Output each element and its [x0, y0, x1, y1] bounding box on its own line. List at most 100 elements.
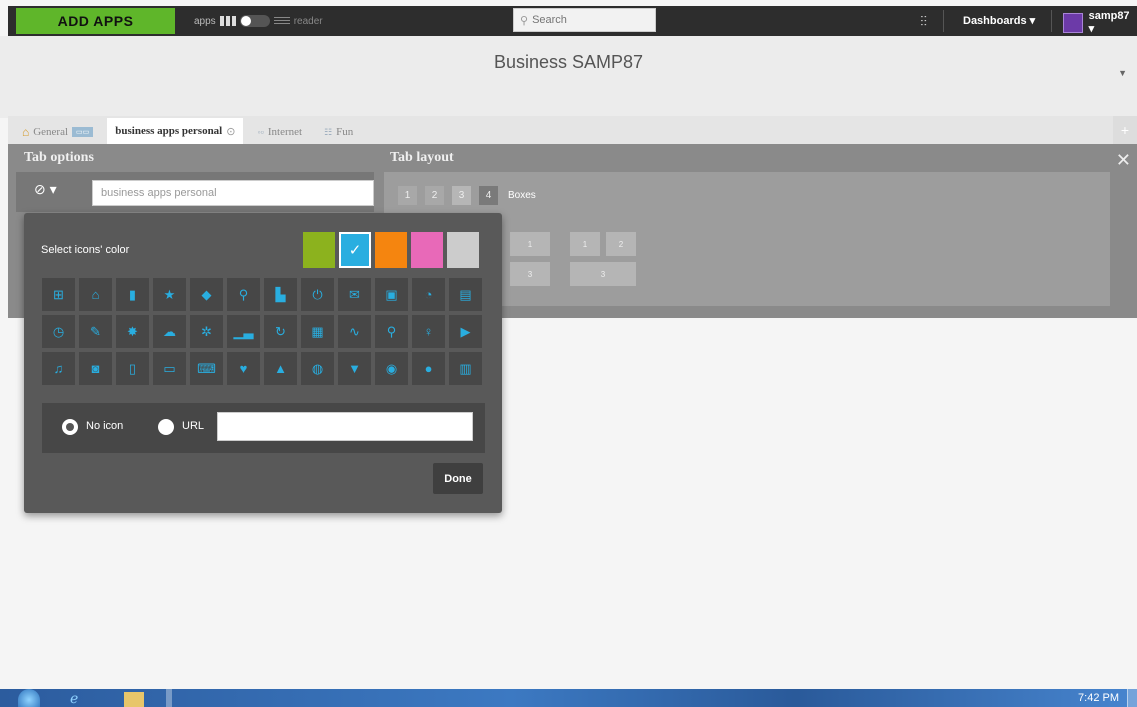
tablet-icon[interactable]: ▯: [116, 352, 149, 385]
tab-layout-title: Tab layout: [390, 150, 454, 165]
icon-grid: ⊞ ⌂ ▮ ★ ◆ ⚲ ▙ ⏻ ✉ ▣ ◔ ▤ ◷ ✎ ✸ ☁ ✲ ▁▃ ↻ ▦ ∿ ⚲ ♀ ▶ ♫ ◙ ▯ ▭ ⌨ ♥ ▲ ◍ ▼ ◉ ● ▥: [42, 278, 482, 385]
color-swatches: ✓: [303, 232, 479, 268]
start-button[interactable]: [18, 689, 40, 707]
add-tab-button[interactable]: +: [1113, 116, 1137, 144]
user-menu[interactable]: samp87 ▾: [1063, 10, 1137, 35]
equalizer-icon[interactable]: ⫶⫶: [920, 13, 927, 29]
monitor-icon[interactable]: ▭: [153, 352, 186, 385]
dashboard-header: ▼: [0, 36, 1137, 118]
tab-internet[interactable]: ◦▫ Internet: [249, 120, 310, 144]
color-swatch-grey[interactable]: [447, 232, 479, 268]
chat-bubble-icon[interactable]: ●: [412, 352, 445, 385]
page-title: Business SAMP87: [493, 52, 644, 72]
search-icon[interactable]: ⚲: [375, 315, 408, 348]
cloud-icon[interactable]: ☁: [153, 315, 186, 348]
avatar: [1063, 12, 1083, 33]
mail-icon[interactable]: ✉: [338, 278, 371, 311]
music-icon[interactable]: ♫: [42, 352, 75, 385]
screen: ADD APPS apps reader ⚲ ⫶⫶ Dashboards ▾ s…: [0, 0, 1137, 707]
grid-icon: ☷: [324, 126, 333, 137]
tab-label: business apps personal: [115, 125, 223, 137]
search-icon: ⚲: [520, 14, 529, 27]
reader-label: reader: [293, 15, 323, 27]
divider: [943, 10, 944, 32]
reader-lines-icon: [273, 17, 290, 25]
url-field[interactable]: [217, 412, 473, 441]
color-swatch-orange[interactable]: [375, 232, 407, 268]
taskbar: ℯ 7:42 PM: [0, 689, 1137, 707]
tab-fun[interactable]: ☷ Fun: [316, 120, 361, 144]
tab-options-box: ⊘ ▾: [16, 172, 374, 212]
active-window-button[interactable]: [166, 689, 172, 707]
home-icon: ⌂: [22, 124, 30, 139]
lightbulb-icon[interactable]: ♀: [412, 315, 445, 348]
layout-thumb[interactable]: 3: [510, 262, 550, 286]
dashboards-menu[interactable]: Dashboards ▾: [963, 14, 1035, 27]
apps-grid-icon: [219, 16, 236, 26]
search-box[interactable]: ⚲: [513, 8, 656, 32]
layout-thumb[interactable]: 2: [606, 232, 636, 256]
search-input[interactable]: [532, 14, 643, 26]
options-icon[interactable]: ⊙: [226, 125, 235, 138]
video-icon[interactable]: ▶: [449, 315, 482, 348]
folder-icon[interactable]: [124, 692, 144, 707]
tag-icon[interactable]: ◆: [190, 278, 223, 311]
table-icon[interactable]: ▦: [301, 315, 334, 348]
clock-icon[interactable]: ◷: [42, 315, 75, 348]
star-icon[interactable]: ★: [153, 278, 186, 311]
notepad-icon[interactable]: ▣: [375, 278, 408, 311]
icon-selector-dropdown[interactable]: ⊘ ▾: [34, 181, 57, 198]
url-radio[interactable]: [158, 419, 174, 435]
camera-icon[interactable]: ◙: [79, 352, 112, 385]
add-apps-button[interactable]: ADD APPS: [16, 8, 175, 34]
view-mode-toggle[interactable]: apps reader: [194, 14, 323, 28]
clock: 7:42 PM: [1078, 692, 1119, 704]
rss-icon[interactable]: ◔: [412, 278, 445, 311]
laptop-icon[interactable]: ⌨: [190, 352, 223, 385]
boxes-label: Boxes: [508, 190, 536, 201]
column-option-2[interactable]: 2: [425, 186, 444, 205]
color-swatch-blue[interactable]: ✓: [339, 232, 371, 268]
show-desktop-button[interactable]: [1127, 689, 1137, 707]
mode-switch[interactable]: [239, 15, 270, 27]
color-swatch-green[interactable]: [303, 232, 335, 268]
layout-thumb[interactable]: 1: [570, 232, 600, 256]
calendar-icon[interactable]: ▥: [449, 352, 482, 385]
refresh-icon[interactable]: ↻: [264, 315, 297, 348]
tab-bar: ⌂ General ▭▭ business apps personal ⊙ ◦▫…: [8, 116, 1137, 144]
filter-icon[interactable]: ▼: [338, 352, 371, 385]
eye-icon[interactable]: ◉: [375, 352, 408, 385]
heart-icon[interactable]: ♥: [227, 352, 260, 385]
pencil-icon[interactable]: ✎: [79, 315, 112, 348]
bug-icon[interactable]: ✸: [116, 315, 149, 348]
close-icon[interactable]: ✕: [1116, 150, 1131, 171]
power-icon[interactable]: ⏻: [301, 278, 334, 311]
layout-thumb[interactable]: 3: [570, 262, 636, 286]
bar-chart-icon[interactable]: ▁▃: [227, 315, 260, 348]
done-button[interactable]: Done: [433, 463, 483, 494]
color-swatch-pink[interactable]: [411, 232, 443, 268]
browser-icon[interactable]: ℯ: [70, 689, 78, 707]
warning-icon[interactable]: ▲: [264, 352, 297, 385]
plus-square-icon[interactable]: ⊞: [42, 278, 75, 311]
document-icon[interactable]: ▙: [264, 278, 297, 311]
column-selector: 1 2 3 4 Boxes: [398, 186, 536, 205]
location-pin-icon[interactable]: ⚲: [227, 278, 260, 311]
column-option-4[interactable]: 4: [479, 186, 498, 205]
no-icon-label: No icon: [86, 420, 124, 432]
top-bar: ADD APPS apps reader ⚲ ⫶⫶ Dashboards ▾ s…: [8, 6, 1137, 36]
column-option-3[interactable]: 3: [452, 186, 471, 205]
home-icon[interactable]: ⌂: [79, 278, 112, 311]
gear-icon[interactable]: ✲: [190, 315, 223, 348]
url-label: URL: [182, 420, 205, 432]
globe-icon[interactable]: ◍: [301, 352, 334, 385]
bookmark-icon[interactable]: ▮: [116, 278, 149, 311]
tab-general[interactable]: ⌂ General ▭▭: [14, 120, 101, 144]
layout-thumb[interactable]: 1: [510, 232, 550, 256]
tab-name-field[interactable]: [92, 180, 374, 206]
tab-business-apps-personal[interactable]: business apps personal ⊙: [107, 118, 244, 144]
column-option-1[interactable]: 1: [398, 186, 417, 205]
no-icon-radio[interactable]: [62, 419, 78, 435]
line-chart-icon[interactable]: ∿: [338, 315, 371, 348]
calculator-icon[interactable]: ▤: [449, 278, 482, 311]
